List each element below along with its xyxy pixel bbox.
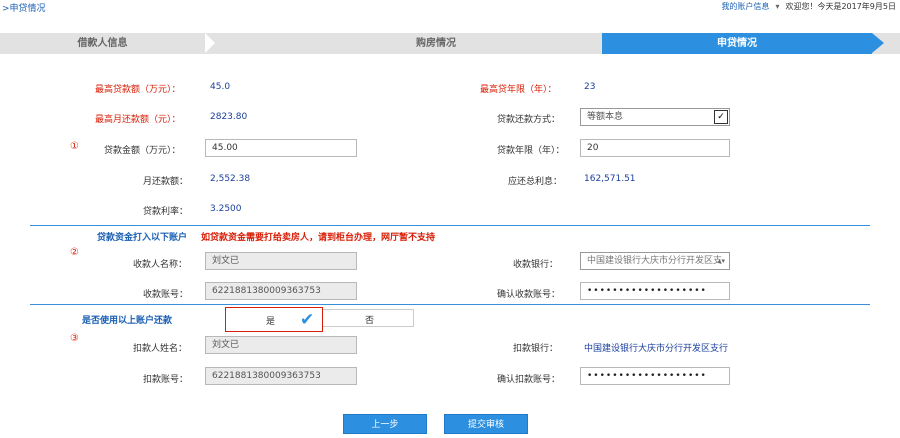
- step-separator: [205, 33, 215, 53]
- monthly-payment-label: 月还款额：: [143, 177, 189, 187]
- payee-account-label: 收款账号：: [143, 290, 189, 300]
- breadcrumb[interactable]: >申贷情况: [2, 1, 46, 14]
- step-house-purchase: 购房情况: [416, 38, 456, 49]
- loan-years-label: 贷款年限（年）：: [497, 146, 565, 156]
- repay-method-select[interactable]: 等额本息 ✓: [580, 108, 730, 126]
- debit-bank-value: 中国建设银行大庆市分行开发区支行: [584, 344, 729, 354]
- debit-account-input[interactable]: 6221881380009363753: [205, 367, 357, 385]
- loan-amount-input[interactable]: 45.00: [205, 139, 357, 157]
- payee-bank-label: 收款银行：: [513, 260, 559, 270]
- option-yes[interactable]: 是 ✔: [225, 307, 323, 332]
- welcome-text: 欢迎您！今天是2017年9月5日: [785, 2, 896, 11]
- max-amount-label: 最高贷款额（万元）：: [95, 85, 181, 95]
- section-marker-3: ③: [70, 333, 79, 344]
- repay-method-value: 等额本息: [587, 112, 624, 122]
- monthly-payment-value: 2,552.38: [210, 174, 251, 184]
- max-monthly-value: 2823.80: [210, 112, 248, 122]
- option-yes-label: 是: [266, 317, 276, 327]
- updown-arrow-icon[interactable]: ▴▾: [718, 253, 725, 269]
- confirm-payee-account-input[interactable]: •••••••••••••••••••: [580, 282, 730, 300]
- debit-bank-label: 扣款银行：: [513, 344, 559, 354]
- confirm-payee-account-label: 确认收款账号：: [497, 290, 561, 300]
- debit-name-label: 扣款人姓名：: [133, 344, 188, 354]
- max-years-label: 最高贷年限（年）：: [480, 85, 557, 95]
- step-loan-application: 申贷情况: [602, 33, 884, 54]
- option-no[interactable]: 否: [323, 309, 414, 327]
- repay-method-label: 贷款还款方式：: [497, 115, 561, 125]
- top-right-info: 我的账户信息 ▾ 欢迎您！今天是2017年9月5日: [721, 1, 896, 12]
- step-progress-bar: 借款人信息 购房情况 申贷情况: [0, 33, 900, 54]
- use-account-title: 是否使用以上账户还款: [82, 316, 173, 326]
- payee-warning: 如贷款资金需要打给卖房人，请到柜台办理，网厅暂不支持: [201, 233, 436, 243]
- payee-bank-value: 中国建设银行大庆市分行开发区支: [587, 256, 723, 266]
- payee-name-label: 收款人名称：: [133, 260, 188, 270]
- top-bar: >申贷情况 我的账户信息 ▾ 欢迎您！今天是2017年9月5日: [0, 0, 900, 14]
- option-no-label: 否: [365, 316, 375, 326]
- section-marker-2: ②: [70, 247, 79, 258]
- prev-step-button[interactable]: 上一步: [343, 414, 427, 434]
- interest-rate-label: 贷款利率：: [143, 207, 189, 217]
- loan-amount-label: 贷款金额（万元）：: [104, 146, 181, 156]
- confirm-debit-account-input[interactable]: •••••••••••••••••••: [580, 367, 730, 385]
- total-interest-value: 162,571.51: [584, 174, 636, 184]
- max-years-value: 23: [584, 82, 596, 92]
- step-borrower-info: 借款人信息: [77, 38, 128, 49]
- payee-bank-select[interactable]: 中国建设银行大庆市分行开发区支 ▴▾: [580, 252, 730, 270]
- interest-rate-value: 3.2500: [210, 204, 242, 214]
- checkmark-icon: ✔: [300, 310, 315, 330]
- dropdown-arrow-icon[interactable]: ✓: [714, 110, 728, 124]
- account-info-link[interactable]: 我的账户信息: [721, 2, 769, 11]
- debit-account-label: 扣款账号：: [143, 375, 189, 385]
- total-interest-label: 应还总利息：: [508, 177, 563, 187]
- payee-name-input[interactable]: 刘文已: [205, 252, 357, 270]
- section-divider: [30, 225, 870, 226]
- chevron-down-icon[interactable]: ▾: [775, 2, 779, 11]
- payee-section-title: 贷款资金打入以下账户: [97, 233, 188, 243]
- max-amount-value: 45.0: [210, 82, 231, 92]
- max-monthly-label: 最高月还款额（元）：: [95, 115, 181, 125]
- section-divider: [30, 304, 870, 305]
- submit-review-button[interactable]: 提交审核: [444, 414, 528, 434]
- payee-account-input[interactable]: 6221881380009363753: [205, 282, 357, 300]
- confirm-debit-account-label: 确认扣款账号：: [497, 375, 561, 385]
- debit-name-input[interactable]: 刘文已: [205, 336, 357, 354]
- section-marker-1: ①: [70, 141, 79, 152]
- loan-years-input[interactable]: 20: [580, 139, 730, 157]
